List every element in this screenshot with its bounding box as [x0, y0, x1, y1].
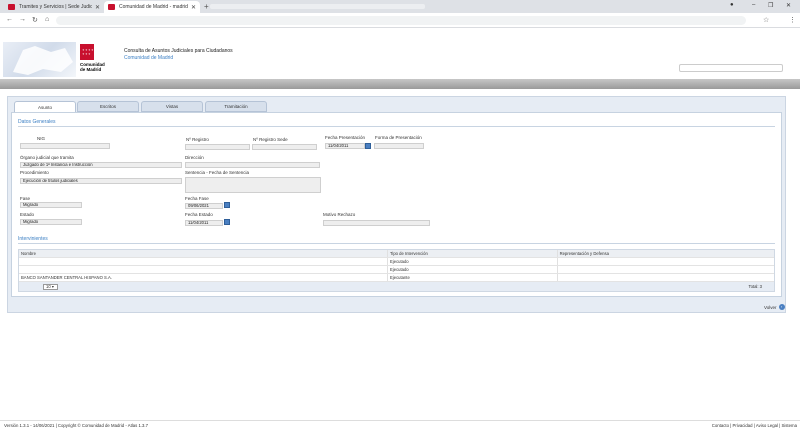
minimize-icon[interactable]: – [752, 2, 755, 8]
maximize-icon[interactable]: ❐ [768, 2, 773, 9]
nregistro-sede-field [252, 144, 317, 150]
menu-icon[interactable]: ⋮ [789, 16, 796, 24]
section-title-datos: Datos Generales [18, 119, 56, 125]
logo-text-2: de Madrid [80, 67, 102, 72]
table-row[interactable]: BANCO SANTANDER CENTRAL HISPANO S.A. Eje… [19, 274, 774, 282]
footer-version: Versión 1.3.1 - 14/06/2021 | Copyright ©… [4, 423, 149, 428]
forma-presentacion-field [374, 143, 424, 149]
cell-tipo: Ejecutante [388, 274, 558, 281]
calendar-icon[interactable] [365, 143, 371, 149]
page-size-value: 10 [46, 283, 51, 289]
browser-tab-bar: Tramites y Servicios | Sede Judicia ✕ Co… [0, 0, 800, 13]
calendar-icon[interactable] [224, 219, 230, 225]
cell-representacion [558, 274, 774, 281]
blurred-region [210, 4, 425, 9]
user-box[interactable] [679, 64, 783, 72]
fecha-estado-label: Fecha Estado [185, 212, 213, 217]
fecha-presentacion-label: Fecha Presentación [325, 135, 366, 140]
browser-tab-title: Tramites y Servicios | Sede Judicia [19, 4, 92, 10]
table-row[interactable]: Ejecutado [19, 266, 774, 274]
tab-escritos[interactable]: Escritos [77, 101, 139, 112]
footer-links[interactable]: Contacto | Privacidad | Aviso Legal | Si… [712, 423, 797, 428]
app-subtitle[interactable]: Comunidad de Madrid [124, 55, 173, 61]
browser-tab-title: Comunidad de Madrid - madrid [119, 4, 188, 10]
table-row[interactable]: Ejecutado [19, 258, 774, 266]
favicon-icon [108, 4, 115, 10]
tab-vistas[interactable]: Vistas [141, 101, 203, 112]
cell-nombre [19, 266, 389, 273]
close-tab-icon[interactable]: ✕ [95, 4, 100, 11]
volver-button[interactable]: Volver › [764, 304, 785, 310]
nregistro-field [185, 144, 250, 150]
organo-label: Órgano judicial que tramita [20, 155, 74, 160]
fecha-fase-field: 09/06/2021 [185, 203, 223, 209]
forward-icon[interactable]: → [19, 16, 26, 23]
fecha-fase-label: Fecha Fase [185, 196, 209, 201]
arrow-right-icon: › [778, 304, 785, 310]
intervinientes-table: Nombre Tipo de Intervención Representaci… [18, 249, 775, 292]
cell-nombre [19, 258, 389, 265]
table-pager: 10 ▾ Total: 3 [19, 282, 774, 291]
calendar-icon[interactable] [224, 202, 230, 208]
volver-label: Volver [764, 304, 777, 310]
column-header[interactable]: Tipo de Intervención [388, 250, 558, 257]
cell-representacion [558, 266, 774, 273]
tab-tramitacion[interactable]: Tramitación [205, 101, 267, 112]
app-header [0, 42, 800, 80]
cell-nombre: BANCO SANTANDER CENTRAL HISPANO S.A. [19, 274, 389, 281]
page-size-select[interactable]: 10 ▾ [43, 283, 58, 290]
browser-tab-2[interactable]: Comunidad de Madrid - madrid ✕ [104, 1, 200, 13]
nig-label: NIG [37, 136, 46, 141]
back-icon[interactable]: ← [6, 16, 13, 23]
direccion-field [185, 162, 320, 168]
cell-tipo: Ejecutado [388, 258, 558, 265]
nregistro-label: Nº Registro [186, 137, 209, 142]
fecha-estado-field: 11/04/2011 [185, 220, 223, 226]
new-tab-icon[interactable]: + [204, 2, 209, 11]
total-count: Total: 3 [748, 284, 762, 289]
sentencia-field [185, 177, 321, 193]
browser-tab-1[interactable]: Tramites y Servicios | Sede Judicia ✕ [4, 1, 104, 13]
direccion-label: Dirección [185, 155, 204, 160]
app-title: Consulta de Asuntos Judiciales para Ciud… [124, 48, 233, 54]
estado-label: Estado [20, 212, 35, 217]
motivo-rechazo-field [323, 220, 430, 226]
section-title-intervinientes: Intervinientes [18, 236, 48, 242]
profile-icon[interactable]: ● [730, 2, 734, 8]
cell-representacion [558, 258, 774, 265]
motivo-rechazo-label: Motivo Rechazo [323, 212, 356, 217]
url-input[interactable] [56, 16, 746, 25]
map-banner [3, 42, 76, 77]
bookmark-star-icon[interactable]: ☆ [763, 16, 769, 24]
fase-label: Fase [20, 196, 31, 201]
procedimiento-label: Procedimiento [20, 170, 49, 175]
madrid-flag-icon: ✦✦✦✦ ✦✦✦ [80, 44, 94, 60]
fecha-presentacion-field: 11/04/2011 [325, 143, 365, 149]
header-divider [0, 79, 800, 89]
comunidad-madrid-logo: ✦✦✦✦ ✦✦✦ Comunidad de Madrid [80, 44, 105, 72]
sentencia-label: Sentencia - Fecha de Sentencia [185, 170, 250, 175]
close-window-icon[interactable]: ✕ [786, 2, 791, 9]
address-bar-row: ← → ↻ ⌂ ☆ ⋮ [0, 13, 800, 28]
close-tab-icon[interactable]: ✕ [191, 4, 196, 11]
reload-icon[interactable]: ↻ [32, 16, 38, 24]
forma-presentacion-label: Forma de Presentación [375, 135, 422, 140]
divider [18, 243, 775, 244]
favicon-icon [8, 4, 15, 10]
page-footer: Versión 1.3.1 - 14/06/2021 | Copyright ©… [0, 420, 800, 433]
cell-tipo: Ejecutado [388, 266, 558, 273]
divider [18, 126, 775, 127]
estado-field: Migrado [20, 219, 82, 225]
fase-field: Migrado [20, 202, 82, 208]
column-header[interactable]: Representación y Defensa [558, 250, 774, 257]
organo-field: Juzgado de 1ª Instancia e Instrucción [20, 162, 182, 168]
table-header: Nombre Tipo de Intervención Representaci… [19, 250, 774, 258]
procedimiento-field: Ejecución de títulos judiciales [20, 178, 182, 184]
nig-field [20, 143, 110, 149]
nregistro-sede-label: Nº Registro Sede [253, 137, 288, 142]
home-icon[interactable]: ⌂ [45, 16, 49, 23]
column-header[interactable]: Nombre [19, 250, 389, 257]
